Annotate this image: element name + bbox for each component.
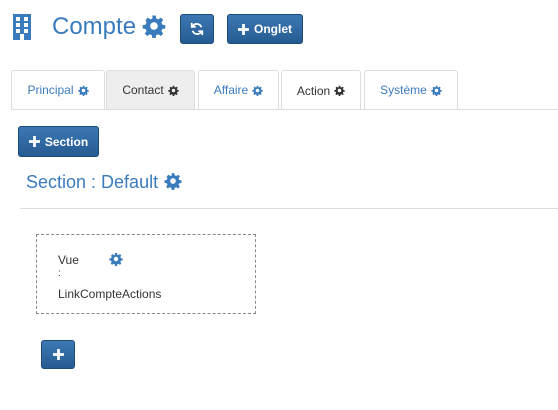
tab-label: Système bbox=[380, 83, 427, 97]
add-view-button[interactable] bbox=[41, 340, 75, 369]
add-section-button[interactable]: Section bbox=[18, 126, 99, 157]
view-box bbox=[36, 234, 256, 314]
tab-label: Contact bbox=[122, 83, 164, 97]
page-title: Compte bbox=[52, 13, 137, 40]
gear-icon[interactable] bbox=[109, 252, 123, 266]
refresh-icon bbox=[190, 22, 204, 36]
gear-icon bbox=[168, 85, 179, 96]
tab-label: Principal bbox=[27, 83, 74, 97]
section-divider bbox=[20, 208, 558, 209]
gear-icon[interactable] bbox=[142, 14, 166, 38]
gear-icon bbox=[252, 85, 263, 96]
add-section-label: Section bbox=[44, 134, 89, 149]
tab-affaire[interactable]: Affaire bbox=[198, 70, 279, 109]
gear-icon bbox=[334, 85, 345, 96]
section-title: Section : Default bbox=[26, 172, 159, 192]
tab-label: Affaire bbox=[213, 83, 249, 97]
view-label: Vue bbox=[58, 253, 79, 267]
building-icon bbox=[13, 14, 31, 40]
tab-action[interactable]: Action bbox=[281, 70, 361, 110]
view-separator: : bbox=[58, 268, 61, 279]
view-value: LinkCompteActions bbox=[58, 287, 162, 301]
tab-principal[interactable]: Principal bbox=[11, 70, 105, 109]
gear-icon bbox=[431, 85, 442, 96]
tab-systeme[interactable]: Système bbox=[364, 70, 458, 109]
plus-icon bbox=[28, 136, 40, 147]
plus-icon bbox=[238, 23, 249, 35]
add-tab-label: Onglet bbox=[254, 22, 292, 36]
gear-icon[interactable] bbox=[164, 172, 182, 190]
tab-label: Action bbox=[296, 83, 331, 98]
tab-bar: Principal Contact Affaire Action Système bbox=[11, 70, 558, 110]
add-tab-button[interactable]: Onglet bbox=[227, 14, 303, 44]
tab-divider bbox=[11, 109, 558, 110]
gear-icon bbox=[78, 85, 89, 96]
tab-contact[interactable]: Contact bbox=[106, 70, 195, 109]
refresh-button[interactable] bbox=[180, 14, 214, 44]
plus-icon bbox=[52, 349, 64, 360]
